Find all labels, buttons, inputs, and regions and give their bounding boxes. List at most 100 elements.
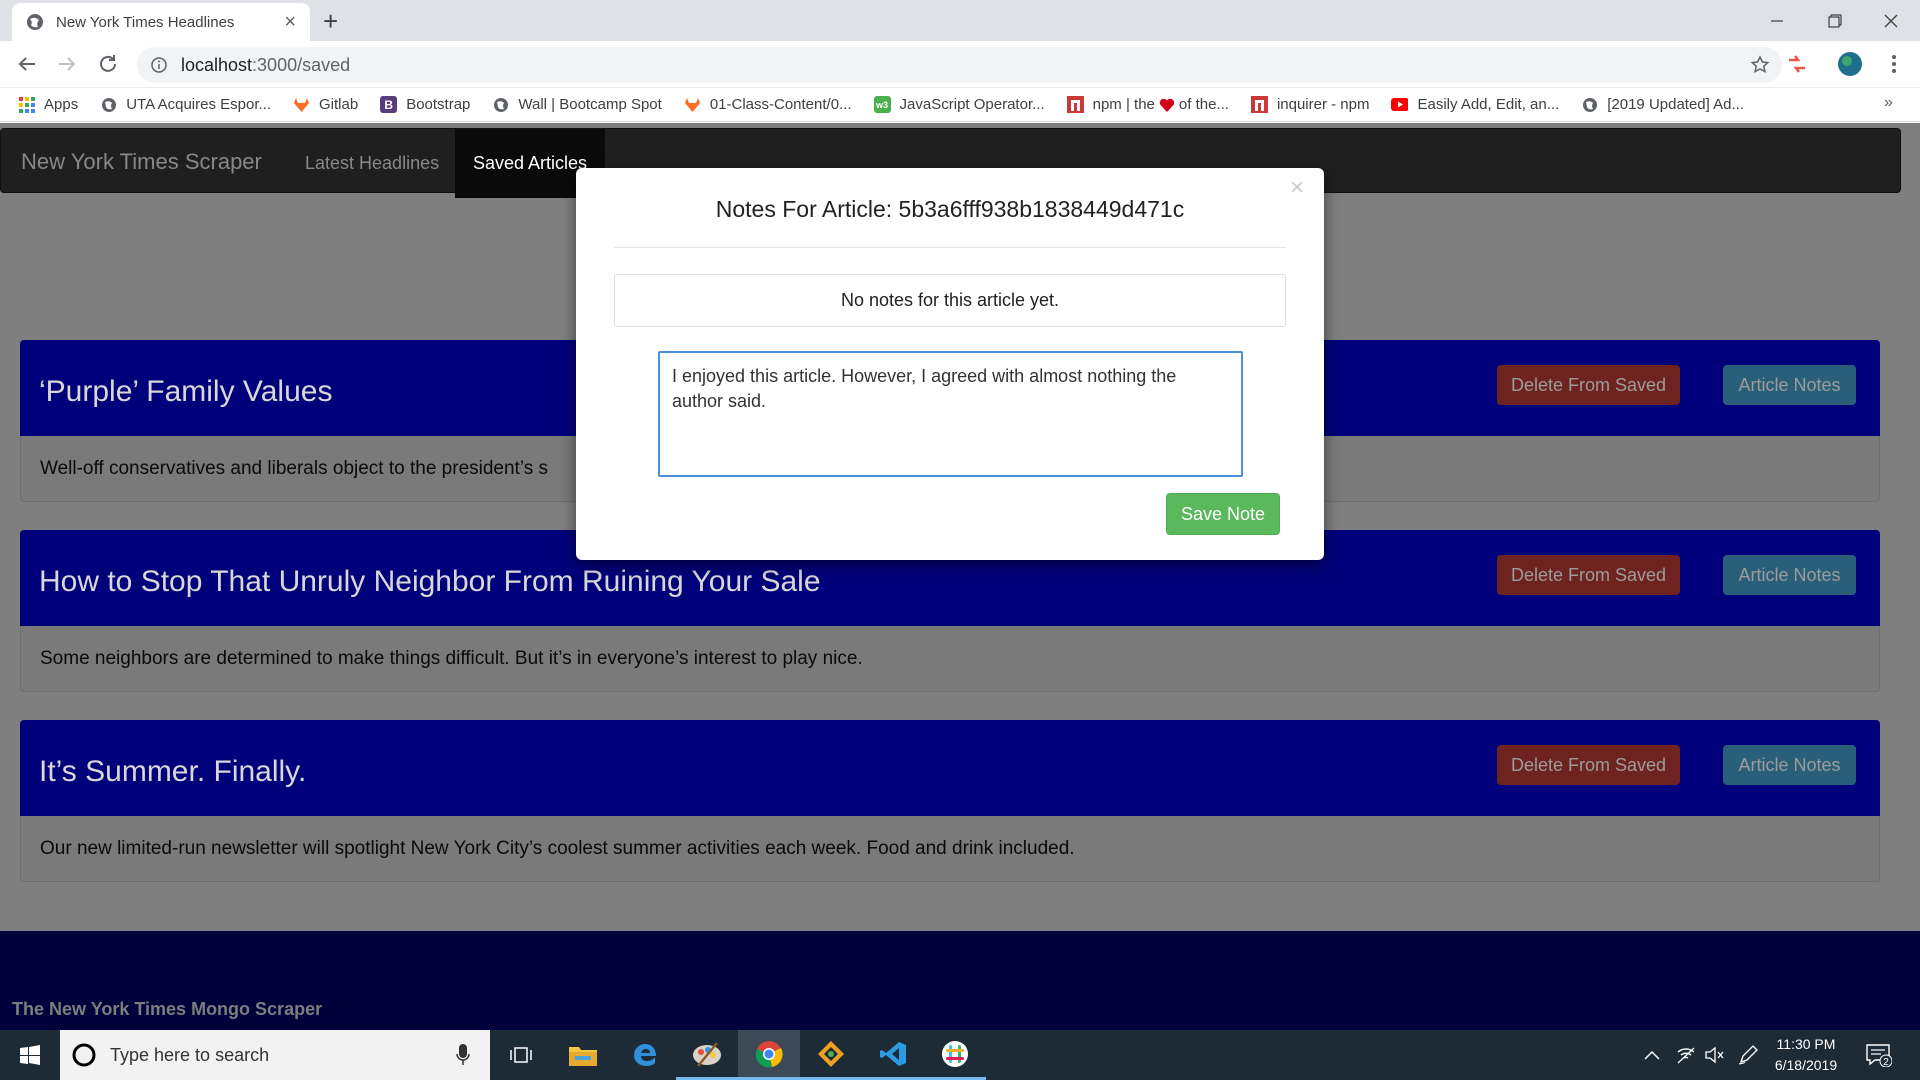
article-card: It’s Summer. Finally. Delete From Saved … [20,720,1880,882]
bookmark-label: 01-Class-Content/0... [709,96,852,113]
bookmark-gitlab[interactable]: Gitlab [293,96,358,113]
heart-icon [1159,98,1175,112]
youtube-icon [1391,96,1409,113]
windows-start-icon[interactable] [0,1030,60,1080]
notes-modal: × Notes For Article: 5b3a6fff938b1838449… [576,168,1324,560]
bookmark-bootstrap[interactable]: B Bootstrap [380,96,470,113]
chrome-icon[interactable] [738,1030,800,1080]
file-explorer-icon[interactable] [552,1030,614,1080]
bookmark-label: Bootstrap [406,96,471,113]
article-summary: Some neighbors are determined to make th… [20,626,1880,692]
bookmark-label: UTA Acquires Espor... [126,96,271,113]
slack-icon[interactable] [924,1030,986,1080]
globe-icon [1581,96,1598,113]
bookmark-label: Apps [44,96,79,113]
bookmark-youtube[interactable]: Easily Add, Edit, an... [1391,96,1559,113]
bookmark-label: JavaScript Operator... [899,96,1045,113]
browser-tab[interactable]: New York Times Headlines × [12,3,310,41]
article-notes-button[interactable]: Article Notes [1723,365,1856,405]
delete-from-saved-button[interactable]: Delete From Saved [1497,555,1680,595]
url-path: :3000/saved [252,54,351,75]
nav-latest-headlines[interactable]: Latest Headlines [305,153,439,174]
edge-icon[interactable] [614,1030,676,1080]
bookmark-star-icon[interactable] [1750,55,1770,75]
bootstrap-icon: B [380,96,398,113]
save-note-button[interactable]: Save Note [1166,493,1280,535]
back-icon[interactable] [15,52,39,76]
forward-icon[interactable] [55,52,79,76]
pen-workspace-icon[interactable] [1738,1030,1758,1080]
clock-time: 11:30 PM [1776,1036,1836,1052]
url-host: localhost [181,54,253,75]
empty-notes-message: No notes for this article yet. [840,290,1060,310]
bookmark-js-operators[interactable]: w3 JavaScript Operator... [873,96,1045,113]
bookmark-inquirer[interactable]: inquirer - npm [1250,96,1370,113]
paint-app-icon[interactable] [676,1030,738,1080]
page-footer: The New York Times Mongo Scraper [0,931,1920,1030]
restore-icon[interactable] [1806,0,1864,41]
bookmark-label: npm | the [1092,96,1155,113]
bookmark-uta[interactable]: UTA Acquires Espor... [100,96,271,113]
gitkraken-icon[interactable] [800,1030,862,1080]
task-view-icon[interactable] [490,1030,552,1080]
close-window-icon[interactable] [1862,0,1920,41]
notification-count: 2 [1883,1057,1889,1067]
minimize-icon[interactable] [1748,0,1806,41]
modal-title: Notes For Article: 5b3a6fff938b1838449d4… [715,196,1185,222]
navbar-brand[interactable]: New York Times Scraper [21,149,262,175]
article-header: It’s Summer. Finally. Delete From Saved … [20,720,1880,816]
globe-icon [26,13,44,31]
tab-close-icon[interactable]: × [284,11,296,34]
cortana-circle-icon [72,1043,96,1067]
article-notes-button[interactable]: Article Notes [1723,745,1856,785]
browser-tab-strip: New York Times Headlines × + [0,0,1920,41]
clock-date: 6/18/2019 [1774,1057,1838,1073]
article-summary: Our new limited-run newsletter will spot… [20,816,1880,882]
bookmark-updated[interactable]: [2019 Updated] Ad... [1581,96,1744,113]
bookmark-label: [2019 Updated] Ad... [1607,96,1745,113]
bookmarks-bar: Apps UTA Acquires Espor... Gitlab B Boot… [0,88,1920,122]
npm-icon [1066,96,1084,113]
bookmark-label-suffix: of the... [1178,96,1229,113]
menu-kebab-icon[interactable] [1890,52,1898,76]
extension-icon[interactable] [1785,52,1809,76]
tray-overflow-icon[interactable] [1644,1030,1660,1080]
bookmark-label: Easily Add, Edit, an... [1417,96,1560,113]
bookmark-bootcamp[interactable]: Wall | Bootcamp Spot [492,96,662,113]
bookmark-label: Gitlab [319,96,359,113]
tab-title: New York Times Headlines [56,13,235,31]
address-bar[interactable]: localhost:3000/saved [137,47,1782,83]
reload-icon[interactable] [96,52,120,76]
bookmark-npm[interactable]: npm | the of the... [1066,96,1229,113]
bookmark-apps[interactable]: Apps [18,96,78,113]
delete-from-saved-button[interactable]: Delete From Saved [1497,365,1680,405]
gitlab-icon [684,96,701,113]
notes-list: No notes for this article yet. [614,274,1286,327]
gitlab-icon [293,96,310,113]
delete-from-saved-button[interactable]: Delete From Saved [1497,745,1680,785]
taskbar-clock[interactable]: 11:30 PM 6/18/2019 [1766,1034,1846,1076]
apps-grid-icon [18,96,35,113]
action-center-icon[interactable]: 2 [1866,1030,1892,1080]
taskbar-search[interactable]: Type here to search [60,1030,490,1080]
new-tab-button[interactable]: + [323,8,338,34]
windows-taskbar: Type here to search 11:30 PM 6/18/2019 2 [0,1030,1920,1080]
footer-text: The New York Times Mongo Scraper [12,999,323,1019]
note-textarea[interactable]: I enjoyed this article. However, I agree… [658,351,1243,477]
article-notes-button[interactable]: Article Notes [1723,555,1856,595]
bookmark-label: Wall | Bootcamp Spot [518,96,662,113]
globe-icon [100,96,117,113]
vscode-icon[interactable] [862,1030,924,1080]
article-title[interactable]: ‘Purple’ Family Values [39,340,332,444]
profile-avatar[interactable] [1838,52,1862,76]
network-icon[interactable] [1676,1030,1696,1080]
info-icon[interactable] [151,57,167,73]
article-title[interactable]: It’s Summer. Finally. [39,720,306,824]
bookmark-class-content[interactable]: 01-Class-Content/0... [684,96,852,113]
bookmark-label: inquirer - npm [1276,96,1370,113]
globe-icon [492,96,509,113]
volume-muted-icon[interactable] [1704,1030,1724,1080]
bookmarks-overflow-icon[interactable]: » [1884,94,1893,112]
npm-icon [1250,96,1268,113]
microphone-icon[interactable] [456,1044,470,1066]
